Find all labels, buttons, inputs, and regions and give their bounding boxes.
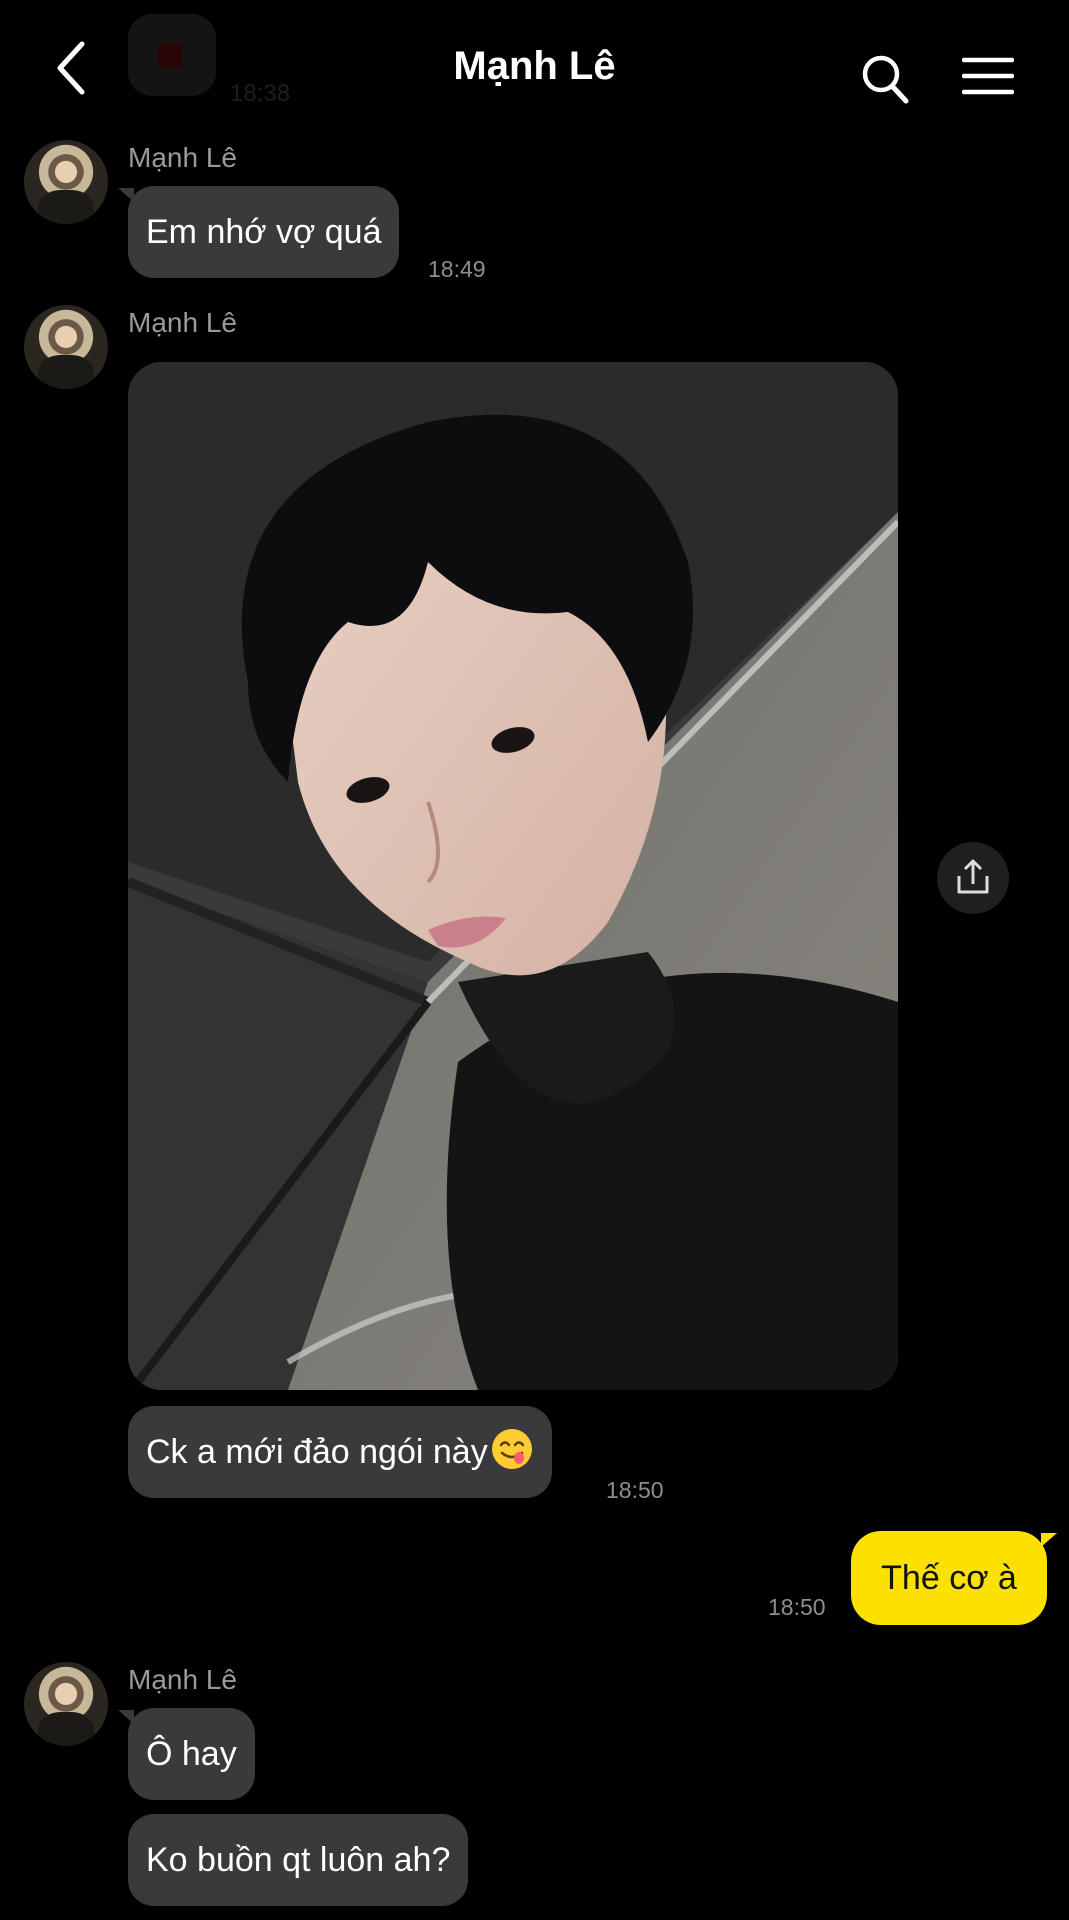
sender-name: Mạnh Lê <box>128 142 237 173</box>
sender-name: Mạnh Lê <box>128 307 237 338</box>
hamburger-menu-icon[interactable] <box>962 56 1014 96</box>
message-time: 18:50 <box>768 1594 826 1620</box>
search-icon[interactable] <box>860 52 910 106</box>
sender-name: Mạnh Lê <box>128 1664 237 1695</box>
share-icon <box>957 859 989 894</box>
photo-message[interactable] <box>128 362 898 1390</box>
chat-screen: 18:38 Mạnh Lê Mạnh Lê Em nhớ vợ quá 18:4… <box>0 0 1069 1920</box>
chat-header: 18:38 Mạnh Lê <box>0 0 1069 140</box>
message-text: Ck a mới đảo ngói này <box>146 1433 488 1471</box>
message-time: 18:49 <box>428 256 486 282</box>
share-button[interactable] <box>937 842 1009 914</box>
message-time: 18:50 <box>606 1477 664 1503</box>
message-bubble[interactable]: Em nhớ vợ quá <box>117 186 400 278</box>
sender-avatar[interactable] <box>24 140 108 224</box>
selfie-photo <box>128 362 898 1390</box>
message-bubble[interactable]: Ô hay <box>118 1708 255 1800</box>
yum-face-emoji <box>491 1429 532 1469</box>
message-bubble[interactable]: Ck a mới đảo ngói này <box>128 1406 552 1498</box>
message-bubble[interactable]: Ko buồn qt luôn ah? <box>128 1814 469 1906</box>
sender-avatar[interactable] <box>24 305 108 389</box>
sender-avatar[interactable] <box>24 1662 108 1746</box>
my-message-bubble[interactable]: Thế cơ à <box>851 1531 1057 1625</box>
